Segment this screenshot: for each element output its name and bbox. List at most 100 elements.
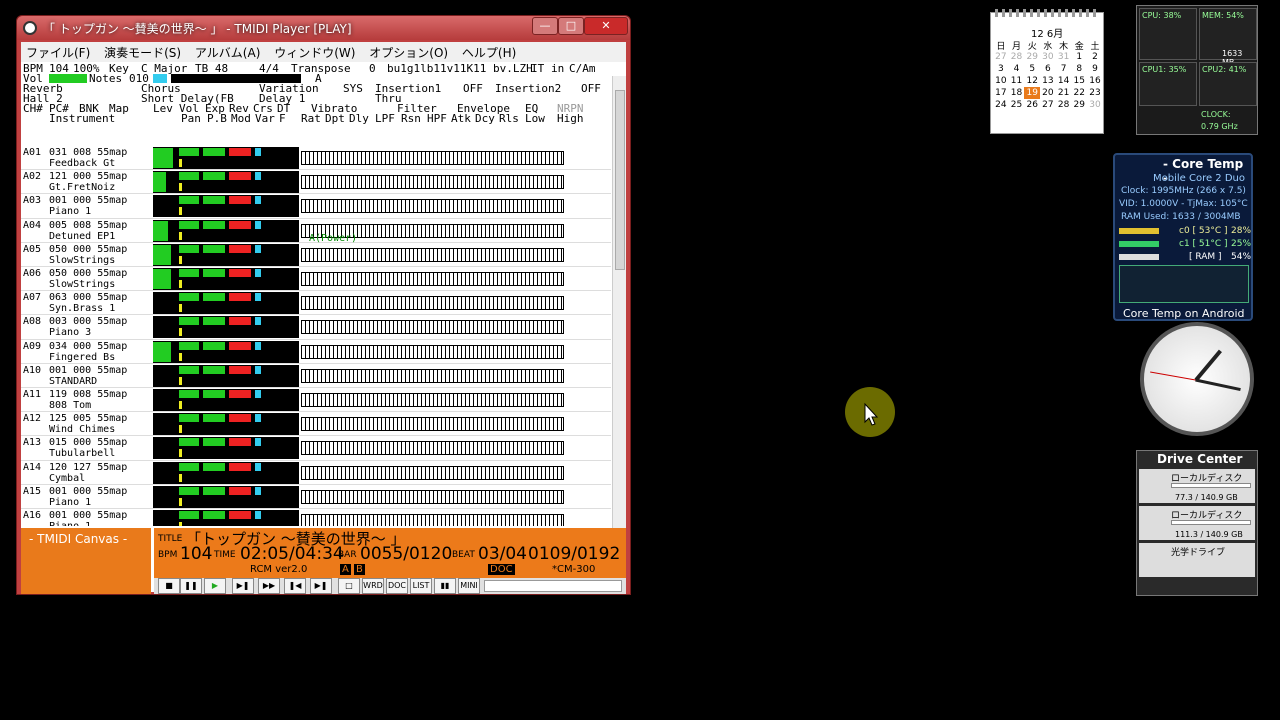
calendar-day[interactable]: 10 bbox=[993, 75, 1009, 87]
calendar-day[interactable]: 30 bbox=[1040, 51, 1056, 63]
calendar-day[interactable]: 4 bbox=[1009, 63, 1025, 75]
menu-options[interactable]: オプション(O) bbox=[364, 42, 453, 63]
calendar-day[interactable]: 7 bbox=[1056, 63, 1072, 75]
calendar-day[interactable]: 30 bbox=[1087, 99, 1103, 111]
calendar-day[interactable]: 29 bbox=[1024, 51, 1040, 63]
core-temp-gadget[interactable]: - Core Temp - Mobile Core 2 Duo Clock: 1… bbox=[1113, 153, 1253, 321]
channel-row[interactable]: A09 034 000 55map Fingered Bs bbox=[21, 340, 611, 364]
calendar-day[interactable]: 19 bbox=[1024, 87, 1041, 99]
menu-window[interactable]: ウィンドウ(W) bbox=[269, 42, 360, 63]
mini-button[interactable]: MINI bbox=[458, 578, 480, 594]
graph-button[interactable]: ▮▮ bbox=[434, 578, 456, 594]
channel-table: A01 031 008 55map Feedback Gt A02 121 00… bbox=[21, 146, 611, 526]
cpu-meter-gadget[interactable]: CPU: 38% MEM: 54% 1633 MB CPU1: 35% CPU2… bbox=[1136, 5, 1258, 135]
menu-album[interactable]: アルバム(A) bbox=[190, 42, 265, 63]
channel-map: 55map bbox=[97, 195, 128, 207]
play-button[interactable]: ▶ bbox=[204, 578, 226, 594]
time-signature: 4/4 bbox=[259, 62, 279, 75]
window-button[interactable]: □ bbox=[338, 578, 360, 594]
calendar-day[interactable]: 1 bbox=[1071, 51, 1087, 63]
calendar-day[interactable]: 29 bbox=[1071, 99, 1087, 111]
calendar-day[interactable]: 27 bbox=[1040, 99, 1056, 111]
calendar-day[interactable]: 18 bbox=[1009, 87, 1025, 99]
channel-row[interactable]: A10 001 000 55map STANDARD bbox=[21, 364, 611, 388]
hour-hand bbox=[1194, 349, 1222, 382]
channel-row[interactable]: A16 001 000 55map Piano 1 bbox=[21, 509, 611, 526]
calendar-day[interactable]: 28 bbox=[1009, 51, 1025, 63]
calendar-day[interactable]: 17 bbox=[993, 87, 1009, 99]
calendar-day[interactable]: 14 bbox=[1056, 75, 1072, 87]
drive-d[interactable]: ローカルディスク 111.3 / 140.9 GB bbox=[1139, 506, 1255, 540]
channel-pc: 050 bbox=[49, 243, 68, 255]
channel-row[interactable]: A08 003 000 55map Piano 3 bbox=[21, 315, 611, 340]
calendar-day[interactable]: 20 bbox=[1040, 87, 1056, 99]
analog-clock-gadget[interactable] bbox=[1140, 322, 1254, 436]
calendar-day[interactable]: 15 bbox=[1071, 75, 1087, 87]
wrd-button[interactable]: WRD bbox=[362, 578, 384, 594]
channel-row[interactable]: A11 119 008 55map 808 Tom bbox=[21, 388, 611, 413]
stop-button[interactable]: ■ bbox=[158, 578, 180, 594]
channel-row[interactable]: A05 050 000 55map SlowStrings bbox=[21, 243, 611, 267]
calendar-day[interactable]: 2 bbox=[1087, 51, 1103, 63]
calendar-day[interactable]: 26 bbox=[1024, 99, 1040, 111]
channel-row[interactable]: A02 121 000 55map Gt.FretNoiz bbox=[21, 170, 611, 195]
drive-center-gadget[interactable]: Drive Center ローカルディスク 77.3 / 140.9 GB ロー… bbox=[1136, 450, 1258, 596]
minimize-button[interactable]: — bbox=[532, 17, 558, 35]
beat-label: BEAT bbox=[452, 550, 475, 560]
previous-button[interactable]: ❚◀ bbox=[284, 578, 306, 594]
drive-c[interactable]: ローカルディスク 77.3 / 140.9 GB bbox=[1139, 469, 1255, 503]
step-button[interactable]: ▶❚ bbox=[232, 578, 254, 594]
calendar-day[interactable]: 23 bbox=[1087, 87, 1103, 99]
channel-pc: 119 bbox=[49, 389, 68, 400]
calendar-day[interactable]: 31 bbox=[1056, 51, 1072, 63]
pause-button[interactable]: ❚❚ bbox=[180, 578, 202, 594]
drive-e[interactable]: 光学ドライブ bbox=[1139, 543, 1255, 577]
next-button[interactable]: ▶❚ bbox=[310, 578, 332, 594]
channel-row[interactable]: A01 031 008 55map Feedback Gt bbox=[21, 146, 611, 171]
menu-play-mode[interactable]: 演奏モード(S) bbox=[99, 42, 186, 63]
title-bar[interactable]: 「 トップガン ～賛美の世界～ 」 - TMIDI Player [PLAY] … bbox=[17, 16, 630, 40]
channel-row[interactable]: A13 015 000 55map Tubularbell bbox=[21, 436, 611, 461]
close-button[interactable]: ✕ bbox=[584, 17, 628, 35]
core-temp-footer[interactable]: Core Temp on Android bbox=[1123, 307, 1245, 320]
menu-file[interactable]: ファイル(F) bbox=[21, 42, 95, 63]
app-icon[interactable] bbox=[23, 21, 37, 35]
calendar-day[interactable]: 25 bbox=[1009, 99, 1025, 111]
calendar-day[interactable]: 12 bbox=[1024, 75, 1040, 87]
channel-row[interactable]: A07 063 000 55map Syn.Brass 1 bbox=[21, 291, 611, 316]
calendar-day[interactable]: 22 bbox=[1071, 87, 1087, 99]
pan-indicator bbox=[179, 473, 182, 482]
calendar-day[interactable]: 16 bbox=[1087, 75, 1103, 87]
calendar-day[interactable]: 3 bbox=[993, 63, 1009, 75]
channel-row[interactable]: A06 050 000 55map SlowStrings bbox=[21, 267, 611, 292]
piano-keyboard bbox=[301, 151, 564, 165]
doc-button[interactable]: DOC bbox=[386, 578, 408, 594]
menu-help[interactable]: ヘルプ(H) bbox=[457, 42, 521, 63]
fast-forward-button[interactable]: ▶▶ bbox=[258, 578, 280, 594]
scrollbar-thumb[interactable] bbox=[615, 90, 625, 270]
channel-row[interactable]: A14 120 127 55map Cymbal bbox=[21, 461, 611, 485]
list-button[interactable]: LIST bbox=[410, 578, 432, 594]
status-panel: TITLE 「トップガン ～賛美の世界～ 」 BPM 104 TIME 02:0… bbox=[154, 528, 626, 578]
calendar-gadget[interactable]: 12 6月 日月火水木金土 27 28 29 30 31 1 23 4 5 6 7 8 910 11 12 1… bbox=[990, 9, 1104, 134]
pan-indicator bbox=[179, 159, 182, 167]
calendar-day[interactable]: 11 bbox=[1009, 75, 1025, 87]
col-high: High bbox=[557, 112, 584, 125]
calendar-day[interactable]: 27 bbox=[993, 51, 1009, 63]
calendar-day[interactable]: 6 bbox=[1040, 63, 1056, 75]
channel-row[interactable]: A12 125 005 55map Wind Chimes bbox=[21, 412, 611, 437]
channel-row[interactable]: A03 001 000 55map Piano 1 bbox=[21, 194, 611, 219]
channel-row[interactable]: A15 001 000 55map Piano 1 bbox=[21, 485, 611, 509]
calendar-day[interactable]: 24 bbox=[993, 99, 1009, 111]
calendar-day[interactable]: 13 bbox=[1040, 75, 1056, 87]
calendar-day[interactable]: 5 bbox=[1024, 63, 1040, 75]
maximize-button[interactable]: □ bbox=[558, 17, 584, 35]
calendar-day[interactable]: 28 bbox=[1056, 99, 1072, 111]
calendar-day[interactable]: 8 bbox=[1071, 63, 1087, 75]
channel-scrollbar[interactable] bbox=[612, 76, 626, 528]
calendar-day[interactable]: 21 bbox=[1056, 87, 1072, 99]
channel-row[interactable]: A04 005 008 55map Detuned EP1 A(Power) bbox=[21, 219, 611, 244]
calendar-day[interactable]: 9 bbox=[1087, 63, 1103, 75]
seek-slider[interactable] bbox=[484, 580, 622, 592]
tmidi-window[interactable]: 「 トップガン ～賛美の世界～ 」 - TMIDI Player [PLAY] … bbox=[16, 15, 631, 595]
